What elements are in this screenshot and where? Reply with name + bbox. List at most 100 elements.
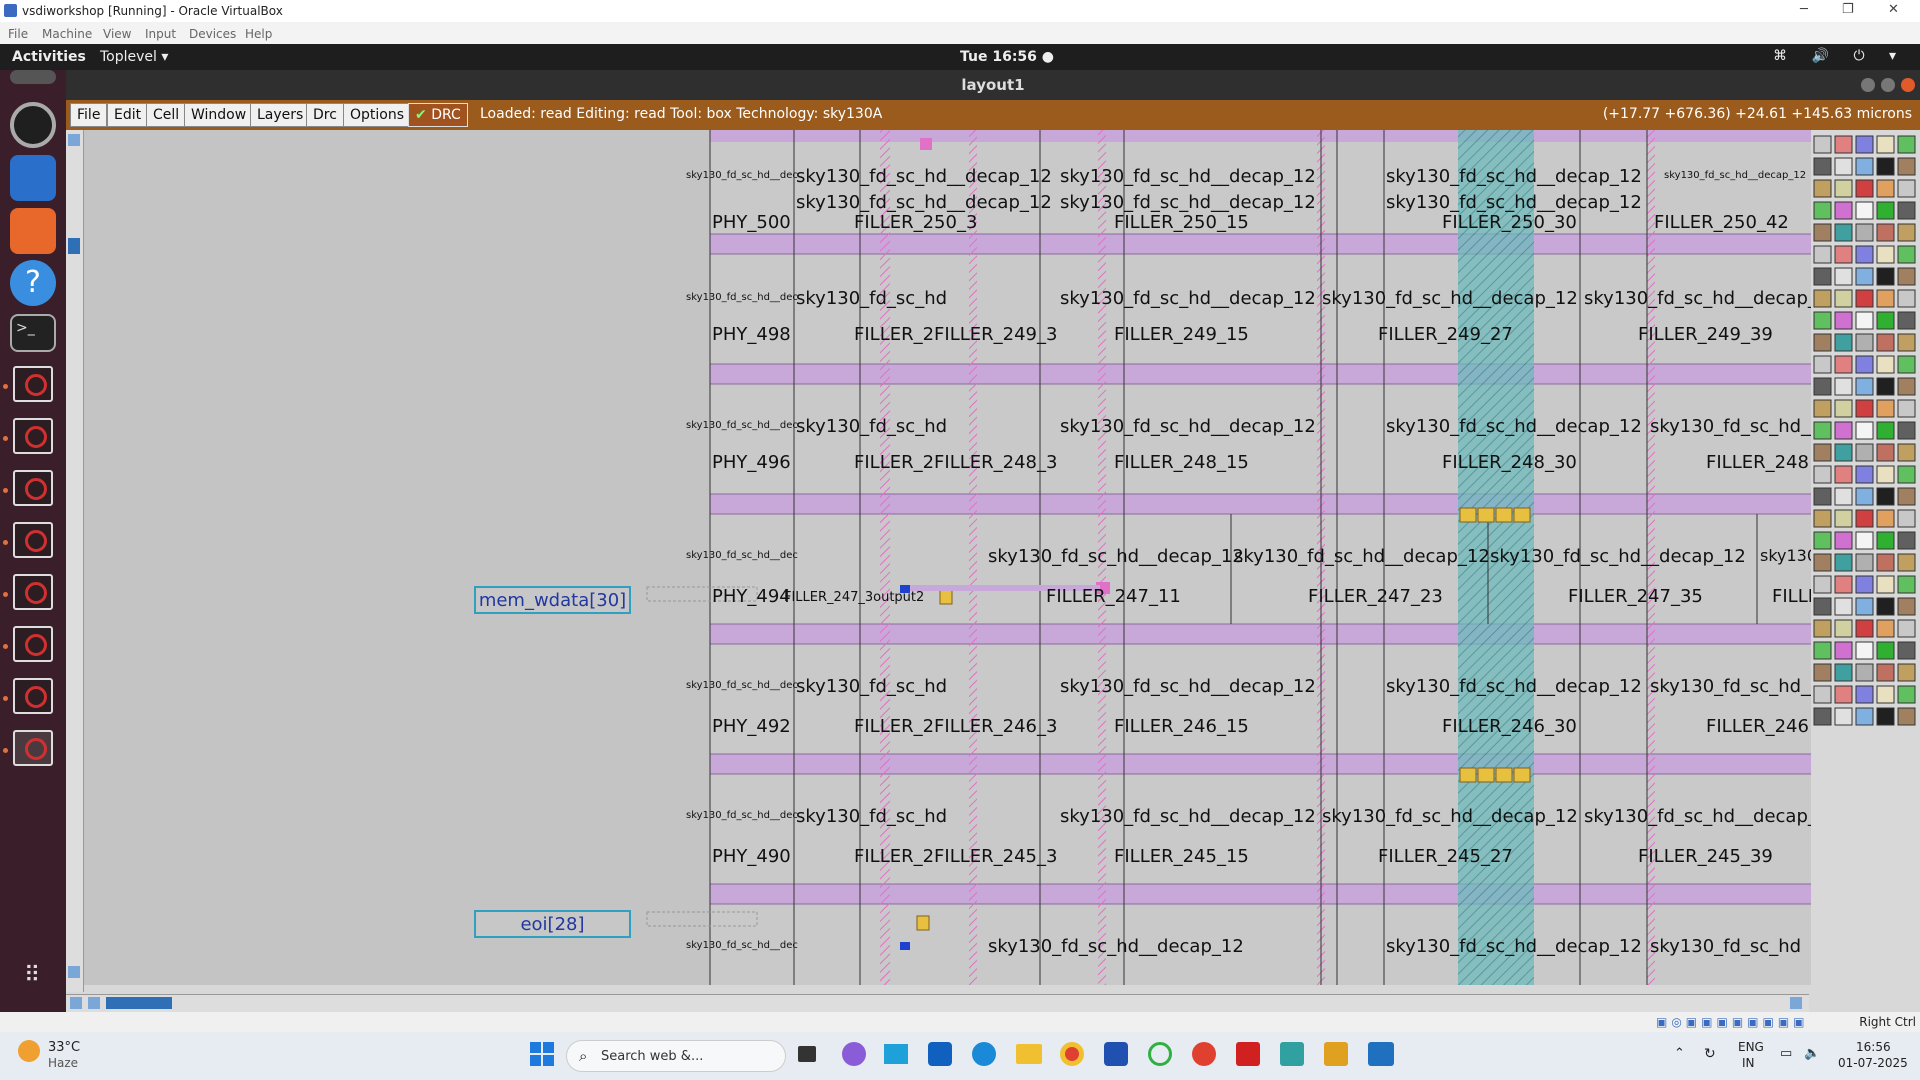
- layer-swatch[interactable]: [1855, 465, 1874, 484]
- layer-swatch[interactable]: [1855, 377, 1874, 396]
- layer-swatch[interactable]: [1813, 377, 1832, 396]
- layer-swatch[interactable]: [1897, 553, 1916, 572]
- layer-swatch[interactable]: [1897, 267, 1916, 286]
- layer-swatch[interactable]: [1813, 245, 1832, 264]
- layer-swatch[interactable]: [1834, 531, 1853, 550]
- layer-swatch[interactable]: [1876, 355, 1895, 374]
- layer-swatch[interactable]: [1876, 399, 1895, 418]
- language-code[interactable]: ENG: [1738, 1040, 1764, 1054]
- layer-swatch[interactable]: [1897, 443, 1916, 462]
- layer-swatch[interactable]: [1876, 421, 1895, 440]
- layer-swatch[interactable]: [1834, 377, 1853, 396]
- vertical-scrollbar[interactable]: [66, 130, 84, 992]
- layer-swatch[interactable]: [1813, 179, 1832, 198]
- layer-swatch[interactable]: [1834, 465, 1853, 484]
- layer-swatch[interactable]: [1834, 509, 1853, 528]
- layer-swatch[interactable]: [1813, 465, 1832, 484]
- layer-swatch[interactable]: [1876, 597, 1895, 616]
- layer-swatch[interactable]: [1876, 179, 1895, 198]
- menu-drc[interactable]: Drc: [306, 103, 344, 127]
- layer-swatch[interactable]: [1834, 245, 1853, 264]
- system-tray-icons[interactable]: ⌘ 🔊 ⏻ ▾: [1773, 48, 1906, 64]
- minimize-icon[interactable]: [1861, 78, 1875, 92]
- layer-swatch[interactable]: [1813, 157, 1832, 176]
- layer-swatch[interactable]: [1897, 179, 1916, 198]
- software-icon[interactable]: [10, 208, 56, 254]
- layer-swatch[interactable]: [1897, 399, 1916, 418]
- layer-swatch[interactable]: [1855, 245, 1874, 264]
- layer-swatch[interactable]: [1876, 685, 1895, 704]
- layer-swatch[interactable]: [1855, 421, 1874, 440]
- layer-swatch[interactable]: [1855, 707, 1874, 726]
- taskbar-time[interactable]: 16:56: [1856, 1040, 1891, 1054]
- layer-swatch[interactable]: [1813, 289, 1832, 308]
- pin-mem-wdata-30[interactable]: mem_wdata[30]: [474, 586, 631, 614]
- layer-swatch[interactable]: [1876, 663, 1895, 682]
- vscode-icon[interactable]: [1280, 1042, 1304, 1066]
- layer-swatch[interactable]: [1897, 421, 1916, 440]
- layer-swatch[interactable]: [1813, 223, 1832, 242]
- virtualbox-icon[interactable]: [1368, 1042, 1394, 1066]
- rhythmbox-icon[interactable]: [10, 102, 56, 148]
- layer-swatches[interactable]: [1811, 130, 1920, 990]
- layer-swatch[interactable]: [1876, 267, 1895, 286]
- layer-swatch[interactable]: [1897, 201, 1916, 220]
- layer-swatch[interactable]: [1834, 597, 1853, 616]
- layer-swatch[interactable]: [1855, 531, 1874, 550]
- layer-swatch[interactable]: [1897, 465, 1916, 484]
- layer-swatch[interactable]: [1855, 685, 1874, 704]
- sync-icon[interactable]: ↻: [1704, 1046, 1716, 1062]
- layer-swatch[interactable]: [1855, 289, 1874, 308]
- layer-swatch[interactable]: [1834, 487, 1853, 506]
- layer-swatch[interactable]: [1897, 531, 1916, 550]
- layer-swatch[interactable]: [1876, 531, 1895, 550]
- close-icon[interactable]: ✕: [1888, 2, 1899, 17]
- menu-devices[interactable]: Devices: [189, 27, 236, 41]
- layer-swatch[interactable]: [1876, 443, 1895, 462]
- layer-swatch[interactable]: [1855, 399, 1874, 418]
- volume-icon[interactable]: 🔈: [1804, 1046, 1820, 1061]
- layer-swatch[interactable]: [1813, 663, 1832, 682]
- minimize-icon[interactable]: ─: [1800, 2, 1808, 17]
- layer-swatch[interactable]: [1834, 355, 1853, 374]
- menu-cell[interactable]: Cell: [146, 103, 187, 127]
- blocked-app-icon[interactable]: [13, 678, 53, 714]
- show-apps-icon[interactable]: ⠿: [10, 956, 56, 1002]
- layer-swatch[interactable]: [1897, 355, 1916, 374]
- zoom-box-icon[interactable]: [70, 997, 82, 1009]
- layer-swatch[interactable]: [1834, 707, 1853, 726]
- layer-swatch[interactable]: [1897, 575, 1916, 594]
- copilot-icon[interactable]: [842, 1042, 866, 1066]
- layer-swatch[interactable]: [1855, 135, 1874, 154]
- layer-swatch[interactable]: [1897, 619, 1916, 638]
- layer-swatch[interactable]: [1813, 421, 1832, 440]
- layer-swatch[interactable]: [1876, 377, 1895, 396]
- layer-swatch[interactable]: [1855, 267, 1874, 286]
- blocked-app-icon[interactable]: [13, 470, 53, 506]
- layer-swatch[interactable]: [1813, 685, 1832, 704]
- layer-swatch[interactable]: [1834, 619, 1853, 638]
- layer-swatch[interactable]: [1813, 619, 1832, 638]
- layer-swatch[interactable]: [1876, 311, 1895, 330]
- layer-swatch[interactable]: [1897, 685, 1916, 704]
- store-icon[interactable]: [1104, 1042, 1128, 1066]
- menu-input[interactable]: Input: [145, 27, 176, 41]
- menu-window[interactable]: Window: [184, 103, 254, 127]
- menu-help[interactable]: Help: [245, 27, 272, 41]
- layer-swatch[interactable]: [1834, 641, 1853, 660]
- layer-swatch[interactable]: [1813, 553, 1832, 572]
- layer-swatch[interactable]: [1876, 509, 1895, 528]
- blocked-app-icon[interactable]: [13, 626, 53, 662]
- scroll-left-icon[interactable]: [88, 997, 100, 1009]
- scroll-thumb[interactable]: [68, 238, 80, 254]
- layer-swatch[interactable]: [1834, 289, 1853, 308]
- layer-swatch[interactable]: [1876, 553, 1895, 572]
- toplevel-app-menu[interactable]: Toplevel ▾: [100, 49, 168, 65]
- menu-machine[interactable]: Machine: [42, 27, 92, 41]
- layer-swatch[interactable]: [1834, 333, 1853, 352]
- layer-swatch[interactable]: [1876, 641, 1895, 660]
- device-status-icons[interactable]: ▣◎▣▣▣▣▣▣▣▣: [1656, 1015, 1809, 1029]
- file-explorer-icon[interactable]: [1016, 1044, 1042, 1064]
- layer-swatch[interactable]: [1834, 157, 1853, 176]
- layer-swatch[interactable]: [1897, 663, 1916, 682]
